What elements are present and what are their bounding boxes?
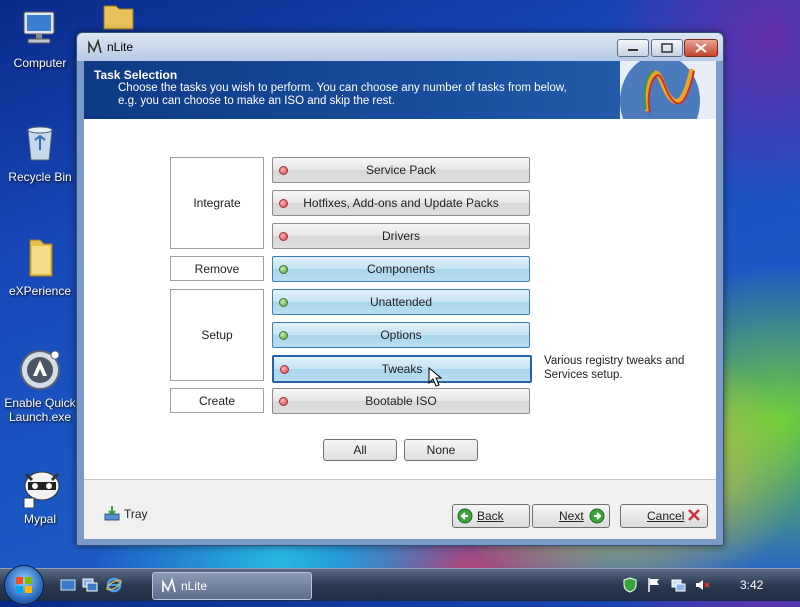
cancel-label: Cancel [647, 509, 685, 523]
back-button[interactable]: Back [452, 504, 530, 528]
task-components-button[interactable]: Components [272, 256, 530, 282]
status-on-icon [279, 265, 288, 274]
nlite-app-icon [88, 39, 102, 54]
desktop-icon-mypal[interactable]: Mypal [0, 464, 80, 526]
cancel-x-icon [688, 509, 700, 521]
security-shield-icon[interactable] [622, 577, 638, 593]
wizard-header: Task Selection Choose the tasks you wish… [84, 61, 716, 119]
show-desktop-icon[interactable] [60, 577, 76, 593]
taskbar-clock[interactable]: 3:42 [740, 578, 763, 592]
button-label: All [353, 443, 367, 457]
title-bar[interactable]: nLite [77, 33, 723, 61]
group-label-integrate: Integrate [170, 157, 264, 249]
task-hotfixes-button[interactable]: Hotfixes, Add-ons and Update Packs [272, 190, 530, 216]
task-bootable-iso-button[interactable]: Bootable ISO [272, 388, 530, 414]
status-on-icon [279, 298, 288, 307]
desktop-icon-experience[interactable]: eXPerience [0, 236, 80, 298]
task-label: Bootable ISO [365, 394, 437, 408]
group-label-setup: Setup [170, 289, 264, 381]
button-label: None [426, 443, 456, 457]
group-label-text: Create [198, 393, 236, 408]
status-off-icon [280, 365, 289, 374]
volume-muted-icon[interactable] [694, 577, 710, 593]
computer-icon [18, 8, 62, 52]
recycle-bin-icon [18, 122, 62, 166]
task-label: Options [380, 328, 422, 342]
desktop-icon-label: Mypal [23, 512, 56, 526]
mouse-cursor-icon [428, 367, 442, 387]
task-description: Various registry tweaks and Services set… [544, 355, 685, 381]
network-icon[interactable] [670, 577, 686, 593]
nlite-app-icon [162, 578, 176, 593]
internet-explorer-icon[interactable] [106, 577, 122, 593]
header-title: Task Selection [94, 68, 178, 82]
task-label: Service Pack [365, 163, 437, 177]
desktop-icon-label: Enable Quick Launch.exe [4, 396, 76, 424]
next-button[interactable]: Next [532, 504, 610, 528]
select-none-button[interactable]: None [404, 439, 478, 461]
back-arrow-icon [457, 508, 473, 524]
folder-icon [18, 236, 62, 280]
status-off-icon [279, 232, 288, 241]
start-button[interactable] [4, 565, 44, 605]
task-selection-body: Integrate Remove Setup Create Service Pa… [84, 119, 716, 479]
group-label-text: Remove [194, 261, 240, 276]
tray-label: Tray [124, 507, 148, 521]
desktop-icon-label: Recycle Bin [8, 170, 72, 184]
task-drivers-button[interactable]: Drivers [272, 223, 530, 249]
taskbar-app-nlite[interactable]: nLite [152, 572, 312, 600]
window-client: Task Selection Choose the tasks you wish… [84, 61, 716, 539]
tray-icon [104, 506, 120, 521]
nlite-logo-icon [620, 61, 716, 119]
taskbar: nLite 3:42 [0, 565, 800, 605]
task-label: Hotfixes, Add-ons and Update Packs [303, 196, 499, 210]
next-label: Next [559, 509, 584, 523]
quick-launch-icon [18, 348, 62, 392]
status-off-icon [279, 199, 288, 208]
flag-icon[interactable] [646, 577, 662, 593]
maximize-button[interactable] [651, 39, 683, 57]
group-label-text: Integrate [193, 196, 241, 210]
minimize-button[interactable] [617, 39, 649, 57]
group-label-text: Setup [201, 328, 233, 342]
taskbar-app-label: nLite [181, 579, 208, 593]
task-unattended-button[interactable]: Unattended [272, 289, 530, 315]
status-off-icon [279, 166, 288, 175]
header-description: Choose the tasks you wish to perform. Yo… [118, 82, 567, 107]
status-off-icon [279, 397, 288, 406]
raccoon-icon [18, 464, 62, 509]
group-label-remove: Remove [170, 256, 264, 281]
group-label-create: Create [170, 388, 264, 413]
back-label: Back [477, 509, 504, 523]
close-button[interactable] [684, 39, 718, 57]
desktop-icon-label: Computer [13, 56, 67, 70]
task-label: Drivers [382, 229, 420, 243]
task-label: Unattended [369, 295, 433, 309]
desktop-icon-label: eXPerience [8, 284, 72, 298]
task-label: Tweaks [381, 362, 423, 376]
select-all-button[interactable]: All [323, 439, 397, 461]
task-tweaks-button[interactable]: Tweaks [272, 355, 532, 387]
wizard-footer: Tray Back Next Cancel [84, 479, 716, 539]
task-options-button[interactable]: Options [272, 322, 530, 348]
cancel-button[interactable]: Cancel [620, 504, 708, 528]
windows-logo-icon [16, 577, 32, 593]
task-service-pack-button[interactable]: Service Pack [272, 157, 530, 183]
desktop-icon-computer[interactable]: Computer [0, 8, 80, 70]
task-label: Components [366, 262, 436, 276]
status-on-icon [279, 331, 288, 340]
desktop-icon-enable-quick-launch[interactable]: Enable Quick Launch.exe [0, 348, 80, 424]
switch-windows-icon[interactable] [82, 577, 98, 593]
window-title: nLite [107, 40, 134, 54]
desktop-icon-recycle-bin[interactable]: Recycle Bin [0, 122, 80, 184]
nlite-window: nLite Task Selection Choose the tasks yo… [76, 32, 724, 546]
next-arrow-icon [589, 508, 605, 524]
